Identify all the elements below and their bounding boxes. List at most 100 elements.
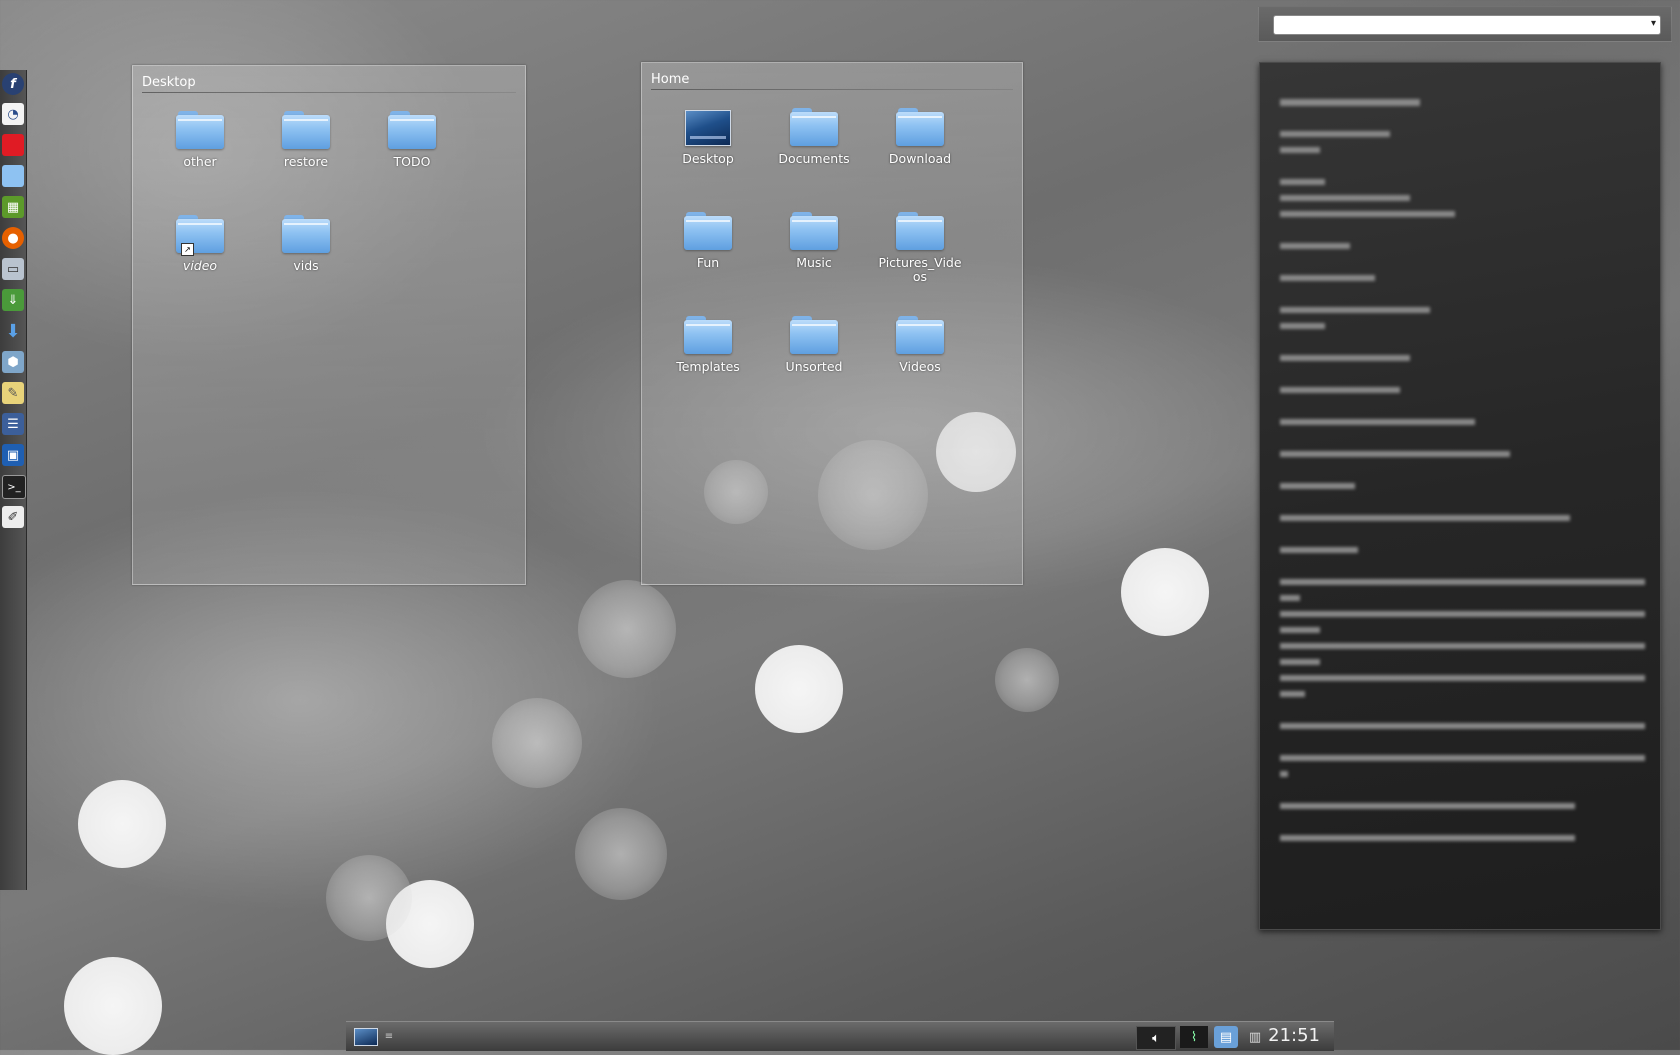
folder-label: Download	[888, 151, 952, 166]
blurred-text-line	[1280, 755, 1645, 761]
folder-item-desktop[interactable]: Desktop	[658, 108, 758, 166]
bokeh-light	[1121, 548, 1209, 636]
folder-item-templates[interactable]: Templates	[658, 316, 758, 374]
blurred-text-line	[1280, 355, 1410, 361]
blurred-text-line	[1280, 675, 1645, 681]
blurred-text-line	[1280, 147, 1320, 153]
system-monitor-icon[interactable]: ⌇	[1180, 1026, 1208, 1048]
terminal-icon[interactable]: >_	[2, 475, 26, 499]
folder-label: Documents	[778, 151, 850, 166]
blurred-text-line	[1280, 627, 1320, 633]
show-desktop-icon[interactable]	[354, 1028, 378, 1046]
document-viewer-icon[interactable]: ◔	[2, 103, 24, 125]
folder-label: Desktop	[682, 151, 734, 166]
clipboard-icon[interactable]: ▥	[1244, 1026, 1266, 1048]
folder-item-fun[interactable]: Fun	[658, 212, 758, 270]
folder-item-restore[interactable]: restore	[256, 111, 356, 169]
folder-link-icon: ↗	[176, 215, 224, 256]
blurred-text-line	[1280, 547, 1358, 553]
folder-icon	[388, 111, 436, 149]
blurred-text-line	[1280, 515, 1570, 521]
folder-icon	[896, 212, 944, 250]
chevron-down-icon[interactable]: ▾	[1651, 18, 1656, 29]
folder-label: Videos	[899, 359, 941, 374]
spreadsheet-icon[interactable]: ▦	[2, 196, 24, 218]
folder-item-music[interactable]: Music	[764, 212, 864, 270]
folder-label: vids	[293, 258, 319, 273]
bokeh-light	[386, 880, 474, 968]
volume-icon[interactable]: 🔈︎	[1136, 1026, 1176, 1050]
folder-item-pictures-videos[interactable]: Pictures_Videos	[878, 212, 962, 284]
download-arrow-icon[interactable]: ⬇	[2, 320, 24, 342]
blurred-text-line	[1280, 99, 1420, 106]
folder-item-other[interactable]: other	[150, 111, 250, 169]
folder-item-videos[interactable]: Videos	[870, 316, 970, 374]
folder-label: Fun	[696, 255, 720, 270]
desktop-folderview: Desktop other restore TODO ↗ video vids	[132, 65, 526, 585]
blurred-text-line	[1280, 691, 1305, 697]
network-icon[interactable]: ☰	[2, 413, 24, 435]
folder-item-video[interactable]: ↗ video	[150, 215, 250, 273]
folder-icon	[896, 108, 944, 146]
blurred-text-line	[1280, 179, 1325, 185]
drive-icon[interactable]: ▭	[2, 258, 24, 280]
blurred-text-line	[1280, 387, 1400, 393]
folder-label: Templates	[676, 359, 740, 374]
folder-item-vids[interactable]: vids	[256, 215, 356, 273]
blurred-text-line	[1280, 579, 1645, 585]
firefox-icon[interactable]: ●	[2, 227, 24, 249]
text-editor-icon[interactable]: ✐	[2, 506, 24, 528]
folder-label: other	[183, 154, 217, 169]
folder-item-unsorted[interactable]: Unsorted	[764, 316, 864, 374]
folder-label: TODO	[393, 154, 431, 169]
folder-icon	[282, 111, 330, 149]
blurred-text-line	[1280, 211, 1455, 217]
blurred-text-line	[1280, 611, 1645, 617]
note-selector-combo[interactable]: ▾	[1273, 15, 1661, 35]
folder-label: Pictures_Videos	[878, 255, 962, 284]
folder-icon[interactable]	[2, 165, 24, 187]
folder-label: Unsorted	[785, 359, 843, 374]
blurred-text-line	[1280, 131, 1390, 137]
folderview-title: Home	[651, 72, 690, 87]
clock[interactable]: 21:51	[1268, 1025, 1320, 1046]
folder-icon	[684, 316, 732, 354]
monitor-icon[interactable]: ▣	[2, 444, 24, 466]
folder-icon	[896, 316, 944, 354]
fedora-icon[interactable]: f	[2, 73, 24, 95]
download-manager-icon[interactable]: ⇓	[2, 289, 24, 311]
folderview-title: Desktop	[142, 75, 196, 90]
folder-icon	[790, 212, 838, 250]
blurred-text-line	[1280, 195, 1410, 201]
network-manager-icon[interactable]: ▤	[1214, 1026, 1238, 1048]
launcher-panel: f ◔ ▦ ● ▭ ⇓ ⬇ ⬢ ✎ ☰ ▣ >_ ✐	[0, 70, 27, 890]
package-icon[interactable]: ⬢	[2, 351, 24, 373]
blurred-text-line	[1280, 451, 1510, 457]
blurred-text-line	[1280, 835, 1575, 841]
blurred-text-line	[1280, 771, 1288, 777]
folder-icon	[282, 215, 330, 253]
home-folderview: Home Desktop Documents Download Fun Musi…	[641, 62, 1023, 585]
red-box-icon[interactable]	[2, 134, 24, 156]
folder-item-documents[interactable]: Documents	[764, 108, 864, 166]
folder-item-todo[interactable]: TODO	[362, 111, 462, 169]
folderview-divider	[651, 89, 1013, 90]
bokeh-light	[995, 648, 1059, 712]
bokeh-light	[755, 645, 843, 733]
blurred-text-line	[1280, 595, 1300, 601]
bokeh-light	[64, 957, 162, 1055]
blurred-text-line	[1280, 803, 1575, 809]
folder-label: video	[182, 258, 218, 273]
blurred-text-line	[1280, 275, 1375, 281]
bokeh-light	[575, 808, 667, 900]
blurred-text-line	[1280, 243, 1350, 249]
folder-icon	[790, 316, 838, 354]
folder-item-download[interactable]: Download	[870, 108, 970, 166]
notes-folder-icon[interactable]: ✎	[2, 382, 24, 404]
pager-icon[interactable]: ≡	[384, 1026, 394, 1048]
folder-label: Music	[796, 255, 832, 270]
blurred-text-line	[1280, 483, 1355, 489]
notes-widget[interactable]	[1259, 62, 1661, 930]
note-selector-bar: ▾	[1258, 6, 1672, 42]
folder-icon	[684, 212, 732, 250]
